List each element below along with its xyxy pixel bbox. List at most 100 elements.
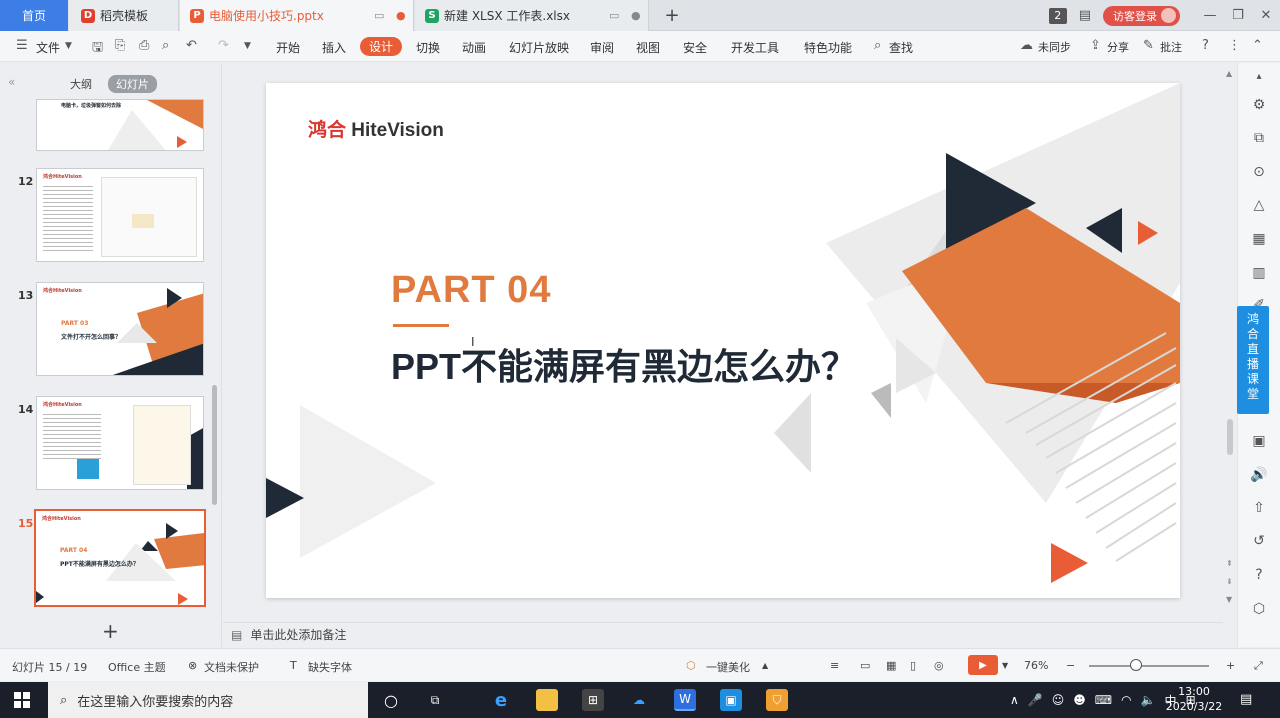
menu-transition[interactable]: 切换 xyxy=(416,39,440,56)
cortana-icon[interactable]: ○ xyxy=(380,689,402,711)
comment-button[interactable]: 批注 xyxy=(1160,39,1182,55)
notes-bar[interactable]: ▤ 单击此处添加备注 xyxy=(223,622,1223,646)
redo-icon[interactable]: ↷ xyxy=(218,38,229,53)
play-button[interactable]: ▶ xyxy=(968,655,998,675)
onedrive-icon[interactable]: ☁ xyxy=(628,689,650,711)
notification-icon[interactable]: ▤ xyxy=(1240,692,1252,707)
comment-icon[interactable]: ✎ xyxy=(1143,38,1154,53)
skin-icon[interactable]: ▤ xyxy=(1079,8,1091,23)
new-tab-button[interactable]: + xyxy=(660,0,684,31)
print-icon[interactable]: ⎙ xyxy=(139,38,149,53)
help-circle-icon[interactable]: ? xyxy=(1250,567,1268,583)
preview-icon[interactable]: ⌕ xyxy=(162,38,169,53)
protect-status[interactable]: 文档未保护 xyxy=(204,659,259,675)
reading-view-icon[interactable]: ▯ xyxy=(910,659,916,672)
page-up-icon[interactable]: ⇞ xyxy=(1226,559,1233,568)
tray-expand-icon[interactable]: ∧ xyxy=(1010,693,1019,707)
slide-title[interactable]: PPT不能满屏有黑边怎么办？ xyxy=(391,338,857,390)
wifi-icon[interactable]: ◠ xyxy=(1121,693,1131,707)
undo-icon[interactable]: ↶ xyxy=(186,38,197,53)
tab-xlsx-file[interactable]: S 新建 XLSX 工作表.xlsx ▭ ● xyxy=(415,0,649,31)
collapse-ribbon-icon[interactable]: ⌃ xyxy=(1252,38,1263,53)
chart-icon[interactable]: ▥ xyxy=(1250,265,1268,281)
location-icon[interactable]: ⊙ xyxy=(1250,164,1268,180)
customize-icon[interactable]: ▼ xyxy=(244,41,251,51)
image-icon[interactable]: ▣ xyxy=(1250,433,1268,449)
cloud-upload-icon[interactable]: ⇧ xyxy=(1250,500,1268,516)
scroll-down-icon[interactable]: ▼ xyxy=(1226,595,1232,604)
copy-style-icon[interactable]: ⧉ xyxy=(1250,130,1268,146)
presenter-view-icon[interactable]: ◎ xyxy=(934,659,944,672)
slide-thumb-13[interactable]: 鸿合HiteVision PART 03 文件打不开怎么回事？ xyxy=(36,282,204,376)
restore-tab-icon[interactable]: ▭ xyxy=(374,9,384,22)
shape-icon[interactable]: △ xyxy=(1250,197,1268,213)
volume-icon[interactable]: 🔈 xyxy=(1141,693,1156,707)
tab-home[interactable]: 首页 xyxy=(0,0,68,31)
beautify-caret-icon[interactable]: ▲ xyxy=(762,661,768,670)
share-button[interactable]: 分享 xyxy=(1107,39,1129,55)
windows-start-icon[interactable] xyxy=(14,692,30,708)
more-icon[interactable]: ⋮ xyxy=(1228,38,1241,53)
minimize-icon[interactable]: — xyxy=(1196,8,1224,23)
zoom-slider[interactable] xyxy=(1089,665,1209,667)
history-icon[interactable]: ↺ xyxy=(1250,533,1268,549)
microphone-icon[interactable]: 🎤 xyxy=(1028,693,1043,707)
slide-thumb-11[interactable]: 电脑卡，垃圾弹窗如何去除 xyxy=(36,99,204,151)
qq-icon[interactable]: ☺ xyxy=(1052,693,1065,707)
user-icon[interactable]: ☻ xyxy=(1073,693,1086,707)
beautify-button[interactable]: 一键美化 xyxy=(706,659,750,675)
zoom-level[interactable]: 76% xyxy=(1024,659,1048,672)
expand-icon[interactable]: ▴ xyxy=(1250,71,1268,82)
normal-view-icon[interactable]: ▭ xyxy=(860,659,870,672)
scroll-up-icon[interactable]: ▲ xyxy=(1226,69,1232,78)
slide-thumb-14[interactable]: 鸿合HiteVision xyxy=(36,396,204,490)
current-slide[interactable]: 鸿合 HiteVision PART 04 PPT不能满屏有黑边怎么办？ I xyxy=(266,83,1180,598)
live-class-button[interactable]: 鸿合直播课堂 xyxy=(1237,306,1269,414)
missing-font[interactable]: 缺失字体 xyxy=(308,659,352,675)
tab-ppt-file[interactable]: P 电脑使用小技巧.pptx ▭ ● xyxy=(180,0,414,31)
menu-view[interactable]: 视图 xyxy=(636,39,660,56)
menu-start[interactable]: 开始 xyxy=(276,39,300,56)
wps-icon[interactable]: W xyxy=(674,689,696,711)
page-down-icon[interactable]: ⇟ xyxy=(1226,577,1233,586)
window-count-badge[interactable]: 2 xyxy=(1048,7,1067,24)
fit-window-icon[interactable]: ⤢ xyxy=(1254,659,1263,673)
task-view-icon[interactable]: ⧉ xyxy=(424,689,446,711)
share-icon[interactable]: ⇪ xyxy=(1090,38,1101,53)
restore-icon[interactable]: ❐ xyxy=(1224,8,1252,23)
cloud-icon[interactable]: ☁ xyxy=(1020,38,1033,53)
file-explorer-icon[interactable] xyxy=(536,689,558,711)
zoom-slider-knob[interactable] xyxy=(1130,659,1142,671)
shield-app-icon[interactable]: ⛉ xyxy=(766,689,788,711)
list-view-icon[interactable]: ≡ xyxy=(830,659,839,672)
search-icon[interactable]: ⌕ xyxy=(874,38,881,53)
unsaved-dot-icon[interactable]: ● xyxy=(396,9,406,22)
play-caret-icon[interactable]: ▼ xyxy=(1002,661,1008,670)
menu-file[interactable]: 文件 xyxy=(36,39,60,56)
pin-icon[interactable]: ⚙ xyxy=(1250,97,1268,113)
chevron-down-icon[interactable]: ▼ xyxy=(65,41,72,51)
edge-icon[interactable]: e xyxy=(490,689,512,711)
menu-animation[interactable]: 动画 xyxy=(462,39,486,56)
keyboard-icon[interactable]: ⌨ xyxy=(1095,693,1112,707)
menu-security[interactable]: 安全 xyxy=(683,39,707,56)
menu-insert[interactable]: 插入 xyxy=(322,39,346,56)
tab-dot-icon[interactable]: ● xyxy=(631,9,641,22)
menu-devtools[interactable]: 开发工具 xyxy=(731,39,779,56)
audio-icon[interactable]: 🔊 xyxy=(1250,467,1268,483)
menu-search[interactable]: 查找 xyxy=(889,39,913,56)
store-icon[interactable]: ⊞ xyxy=(582,689,604,711)
canvas-scrollbar[interactable]: ▲ ⇞ ⇟ ▼ xyxy=(1224,63,1236,647)
video-app-icon[interactable]: ▣ xyxy=(720,689,742,711)
save-icon[interactable]: 🖫 xyxy=(92,38,103,60)
panel-scrollbar[interactable] xyxy=(212,385,217,505)
zoom-out-icon[interactable]: − xyxy=(1066,659,1075,672)
slides-tab[interactable]: 幻灯片 xyxy=(108,75,157,93)
scrollbar-thumb[interactable] xyxy=(1227,419,1233,455)
zoom-in-icon[interactable]: + xyxy=(1226,659,1235,672)
cube-icon[interactable]: ⬡ xyxy=(1250,601,1268,617)
clock[interactable]: 13:00 2020/3/22 xyxy=(1162,684,1226,714)
slide-thumb-12[interactable]: 鸿合HiteVision xyxy=(36,168,204,262)
menu-features[interactable]: 特色功能 xyxy=(804,39,852,56)
slide-thumb-15[interactable]: 鸿合HiteVision PART 04 PPT不能满屏有黑边怎么办？ xyxy=(34,509,206,607)
